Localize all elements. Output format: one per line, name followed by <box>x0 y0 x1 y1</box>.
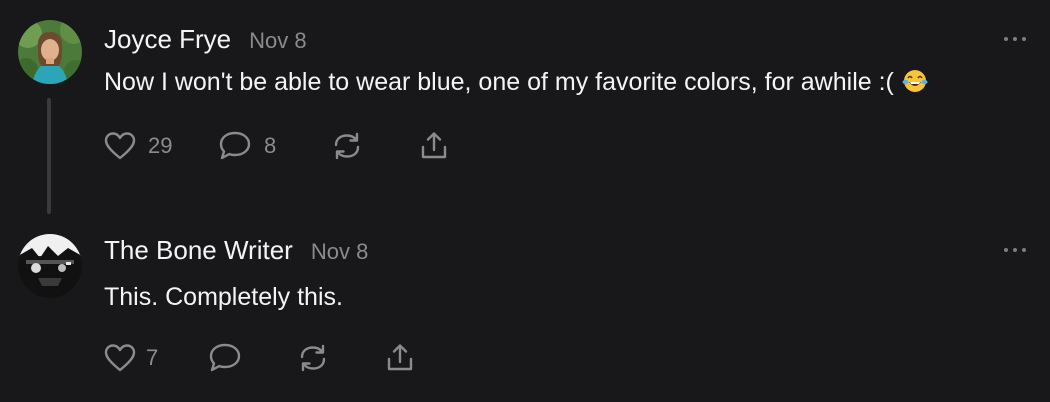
reply-button[interactable] <box>208 341 242 375</box>
heart-icon <box>104 344 136 372</box>
like-button[interactable]: 7 <box>104 341 158 375</box>
reply-count: 8 <box>264 133 277 158</box>
like-count: 29 <box>148 133 173 158</box>
comment-body: This. Completely this. <box>104 283 343 312</box>
share-button[interactable] <box>418 129 450 163</box>
thread-line <box>47 98 51 214</box>
comment-header: Joyce Frye Nov 8 <box>104 24 307 55</box>
restack-button[interactable] <box>296 341 330 375</box>
laughing-tears-emoji <box>902 70 928 92</box>
restack-button[interactable] <box>330 129 364 163</box>
share-icon <box>421 132 447 159</box>
comment-date[interactable]: Nov 8 <box>249 28 306 54</box>
author-name[interactable]: Joyce Frye <box>104 24 231 55</box>
comment-body: Now I won't be able to wear blue, one of… <box>104 68 928 97</box>
author-name[interactable]: The Bone Writer <box>104 235 293 266</box>
avatar-photo <box>18 20 82 84</box>
restack-icon <box>334 132 360 160</box>
comment-text: This. Completely this. <box>104 283 343 311</box>
more-options-icon[interactable] <box>1002 33 1028 45</box>
heart-icon <box>104 132 136 160</box>
share-icon <box>387 344 413 371</box>
speech-bubble-icon <box>219 131 251 160</box>
avatar-photo <box>18 234 82 298</box>
more-options-icon[interactable] <box>1002 244 1028 256</box>
restack-icon <box>300 344 326 372</box>
like-button[interactable]: 29 <box>104 129 172 163</box>
reply-button[interactable]: 8 <box>218 129 276 163</box>
like-count: 7 <box>146 345 159 370</box>
avatar[interactable] <box>18 234 82 298</box>
comment: Joyce Frye Nov 8 Now I won't be able to … <box>0 0 1050 215</box>
share-button[interactable] <box>384 341 416 375</box>
comment: The Bone Writer Nov 8 This. Completely t… <box>0 215 1050 402</box>
comment-date[interactable]: Nov 8 <box>311 239 368 265</box>
comment-text: Now I won't be able to wear blue, one of… <box>104 68 894 96</box>
comment-header: The Bone Writer Nov 8 <box>104 235 368 266</box>
speech-bubble-icon <box>209 343 241 372</box>
avatar[interactable] <box>18 20 82 84</box>
